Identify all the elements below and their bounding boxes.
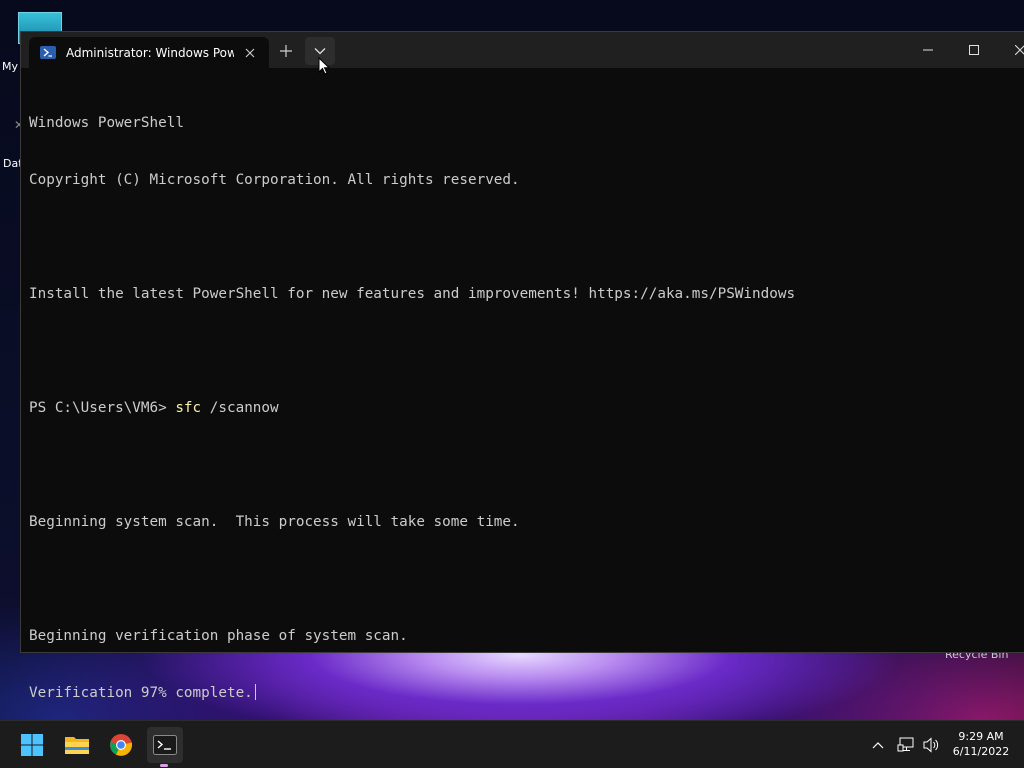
close-icon[interactable] bbox=[242, 45, 258, 61]
network-button[interactable] bbox=[895, 733, 917, 757]
console-line: Copyright (C) Microsoft Corporation. All… bbox=[29, 172, 520, 188]
clock-time: 9:29 AM bbox=[958, 730, 1004, 743]
console-blank bbox=[29, 228, 1021, 247]
close-icon bbox=[1015, 45, 1024, 55]
console-line: Windows PowerShell bbox=[29, 115, 184, 131]
console-line: Verification 97% complete. bbox=[29, 685, 253, 701]
command-args: /scannow bbox=[201, 400, 279, 416]
text-cursor bbox=[254, 684, 256, 700]
maximize-icon bbox=[969, 45, 979, 55]
clock-date: 6/11/2022 bbox=[952, 745, 1010, 758]
chrome-icon bbox=[110, 734, 133, 756]
prompt: PS C:\Users\VM6> bbox=[29, 400, 176, 416]
minimize-icon bbox=[923, 49, 933, 51]
title-bar[interactable]: Administrator: Windows PowerShell bbox=[21, 32, 1024, 68]
terminal-icon bbox=[153, 735, 177, 755]
volume-icon bbox=[923, 737, 939, 753]
close-window-button[interactable] bbox=[997, 32, 1024, 68]
file-explorer-button[interactable] bbox=[59, 727, 95, 763]
console-blank bbox=[29, 456, 1021, 475]
console-line: Beginning system scan. This process will… bbox=[29, 514, 520, 530]
windows-start-icon bbox=[21, 734, 43, 756]
show-hidden-icons-button[interactable] bbox=[868, 733, 888, 757]
plus-icon bbox=[280, 45, 292, 57]
chevron-down-icon bbox=[314, 48, 326, 55]
terminal-window: Administrator: Windows PowerShell Window… bbox=[20, 31, 1024, 701]
taskbar: 9:29 AM 6/11/2022 bbox=[0, 720, 1024, 768]
desktop-icon-label[interactable]: My bbox=[2, 60, 18, 73]
console-output[interactable]: Windows PowerShell Copyright (C) Microso… bbox=[29, 76, 1021, 741]
console-blank bbox=[29, 342, 1021, 361]
command: sfc bbox=[175, 400, 202, 416]
new-tab-button[interactable] bbox=[272, 37, 300, 65]
tab-powershell[interactable]: Administrator: Windows PowerShell bbox=[29, 37, 269, 68]
console-current-line: Verification 97% complete. bbox=[29, 684, 1021, 703]
active-app-indicator bbox=[160, 764, 168, 767]
network-icon bbox=[897, 737, 914, 752]
console-line: Beginning verification phase of system s… bbox=[29, 628, 408, 644]
terminal-button[interactable] bbox=[147, 727, 183, 763]
volume-button[interactable] bbox=[920, 733, 942, 757]
tab-title: Administrator: Windows PowerShell bbox=[66, 45, 234, 60]
chrome-button[interactable] bbox=[103, 727, 139, 763]
console-blank bbox=[29, 570, 1021, 589]
clock[interactable]: 9:29 AM 6/11/2022 bbox=[946, 729, 1016, 759]
start-button[interactable] bbox=[14, 727, 50, 763]
mouse-pointer-icon bbox=[318, 57, 330, 75]
maximize-button[interactable] bbox=[951, 32, 997, 68]
chevron-up-icon bbox=[872, 742, 884, 749]
console-prompt-line: PS C:\Users\VM6> sfc /scannow bbox=[29, 399, 1021, 418]
minimize-button[interactable] bbox=[905, 32, 951, 68]
console-line: Install the latest PowerShell for new fe… bbox=[29, 286, 796, 302]
file-explorer-icon bbox=[65, 737, 89, 754]
powershell-icon bbox=[40, 46, 56, 59]
